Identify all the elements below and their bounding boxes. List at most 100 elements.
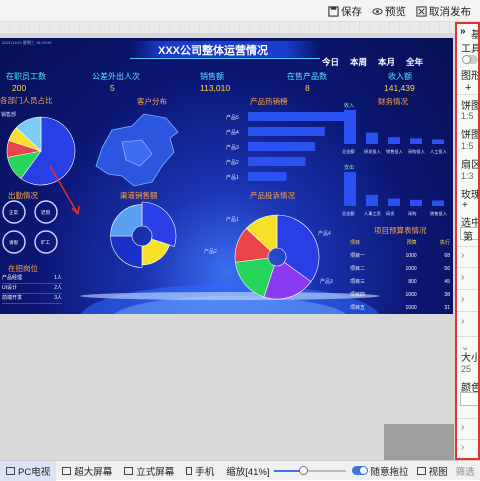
dept-title: 各部门人员占比: [0, 96, 53, 105]
time-tab-year[interactable]: 全年: [406, 56, 423, 68]
finance-income-col-2: [366, 132, 378, 144]
guide-toggle[interactable]: 随意拖拉: [348, 461, 413, 481]
device-pc-tv[interactable]: PC电视: [0, 460, 57, 481]
hot-bar-4: [248, 157, 306, 166]
staff-list: 产品经理 1人 UI设计 2人 前端开发 3人: [2, 274, 62, 304]
fan-value[interactable]: 1:3: [461, 171, 474, 181]
outing-gauge-label-2: 迟到: [41, 209, 50, 216]
selected-value: 第: [463, 232, 473, 243]
finance-income-col-3: [388, 137, 400, 144]
device-vertical[interactable]: 立式屏幕: [118, 461, 180, 481]
kpi-label-employees: 在职员工数: [6, 72, 46, 81]
panel-collapse-icon[interactable]: »: [460, 26, 466, 37]
project-table-row: 项目三 800 45: [350, 275, 450, 288]
preview-button[interactable]: 预览: [372, 3, 406, 19]
kpi-value-sales: 113,010: [200, 83, 231, 93]
pie-value[interactable]: 1:5: [461, 111, 474, 121]
device-bigscreen[interactable]: 超大屏幕: [56, 461, 118, 481]
staff-cell: 2人: [54, 285, 62, 291]
finance-expense-label-2: 人事工资: [364, 210, 381, 217]
time-tab-today[interactable]: 今日: [322, 56, 339, 68]
section-chevron-6-icon[interactable]: ›: [461, 442, 464, 453]
hot-bar-3: [248, 142, 316, 151]
hot-bar-label-4: 产品2: [226, 159, 239, 166]
preview-label: 预览: [385, 5, 406, 18]
project-cell: 800: [408, 278, 417, 285]
shape-label: 图形: [461, 71, 480, 82]
tool-toggle[interactable]: [462, 55, 478, 64]
staff-cell: 前端开发: [2, 295, 23, 301]
project-title: 项目预算表情况: [374, 226, 427, 235]
canvas-scroll-thumb[interactable]: [384, 424, 454, 460]
size-value[interactable]: 25: [461, 364, 471, 374]
color-picker[interactable]: [460, 392, 478, 406]
project-cell: 项目一: [350, 253, 366, 259]
time-tab-week[interactable]: 本周: [350, 56, 367, 68]
save-button[interactable]: 保存: [328, 3, 362, 19]
finance-income-label-3: 销售投入: [386, 148, 404, 155]
hot-bar-1: [248, 112, 344, 121]
outing-gauge-label-3: 请假: [9, 239, 18, 246]
pie-label: 饼图: [461, 101, 480, 112]
view-button[interactable]: 视图: [413, 461, 452, 481]
zoom-slider[interactable]: [272, 461, 348, 481]
staff-title: 在招岗位: [8, 264, 38, 273]
pie2-value[interactable]: 1:5: [461, 141, 474, 151]
finance-expense-label-4: 采购: [408, 210, 416, 217]
project-cell: 56: [444, 265, 450, 272]
project-cell: 1000: [405, 291, 417, 298]
hot-bar-label-1: 产品5: [226, 114, 239, 121]
finance-income-label-2: 研发投入: [364, 148, 382, 155]
dashboard-title: XXX公司整体运营情况: [158, 45, 269, 57]
finance-income-chart[interactable]: 总金额 研发投入 销售投入 采购投入 人工投入: [340, 106, 452, 156]
channel-rose-chart[interactable]: [104, 198, 180, 274]
staff-row: 产品经理 1人: [2, 274, 62, 284]
kpi-value-products: 8: [305, 83, 310, 93]
rose-add-icon[interactable]: +: [462, 200, 468, 211]
outing-gauges[interactable]: 正常 迟到请假 旷工: [0, 198, 70, 260]
monitor-icon: [6, 466, 15, 475]
zoom-slider-knob[interactable]: [299, 465, 309, 475]
pie2-label: 饼图: [461, 130, 480, 141]
complaint-label-4: 产品4: [318, 231, 331, 237]
finance-expense-chart[interactable]: 总金额 人事工资 研发 采购 销售投入: [340, 168, 452, 218]
device-mobile[interactable]: 手机: [180, 461, 220, 481]
project-table-row: 项目四 1000 38: [350, 288, 450, 301]
status-bar: PC电视 超大屏幕 立式屏幕 手机 缩放[41%] 随意拖拉 视图 筛选: [0, 460, 480, 481]
guide-switch[interactable]: [351, 466, 368, 475]
section-chevron-4-icon[interactable]: ›: [461, 316, 464, 327]
staff-cell: 产品经理: [2, 275, 23, 281]
filter-button[interactable]: 筛选: [452, 461, 479, 481]
view-label: 视图: [428, 466, 448, 478]
section-chevron-5-icon[interactable]: ›: [461, 422, 464, 433]
section-chevron-2-icon[interactable]: ›: [461, 272, 464, 283]
section-chevron-1-icon[interactable]: ›: [461, 250, 464, 261]
finance-expense-label-1: 总金额: [342, 210, 355, 217]
fan-label: 扇区: [461, 160, 480, 171]
eye-icon: [372, 7, 383, 15]
save-icon: [328, 5, 339, 17]
channel-rose-slice-1: [141, 201, 177, 247]
complaint-title: 产品投诉情况: [250, 191, 295, 200]
add-shape-icon[interactable]: +: [465, 82, 471, 94]
customer-title: 客户分布: [137, 97, 167, 106]
project-cell: 1000: [405, 304, 417, 311]
dashboard-timestamp: 2021/11/10 星期三 15:20:59: [2, 40, 52, 45]
hot-products-chart[interactable]: 产品5 产品4 产品3 产品2 产品1: [226, 108, 346, 188]
china-map[interactable]: [82, 108, 182, 190]
complaint-pie-chart[interactable]: [232, 212, 322, 302]
section-chevron-3-icon[interactable]: ›: [461, 294, 464, 305]
finance-expense-col-5: [432, 200, 444, 206]
project-header-cell: 执行: [439, 240, 450, 246]
dashboard-canvas[interactable]: XXX公司整体运营情况 2021/11/10 星期三 15:20:59 今日 本…: [0, 38, 453, 314]
finance-income-col-5: [432, 139, 444, 144]
time-tab-month[interactable]: 本月: [378, 56, 395, 68]
device-pc-tv-label: PC电视: [18, 466, 51, 478]
hot-bar-label-5: 产品1: [226, 174, 239, 181]
unpublish-button[interactable]: 取消发布: [416, 3, 471, 19]
kpi-value-trips: 5: [110, 83, 115, 93]
guide-label: 随意拖拉: [370, 466, 409, 478]
hot-products-title: 产品热销榜: [250, 97, 288, 106]
finance-expense-col-3: [388, 198, 400, 206]
project-cell: 1000: [405, 265, 417, 272]
